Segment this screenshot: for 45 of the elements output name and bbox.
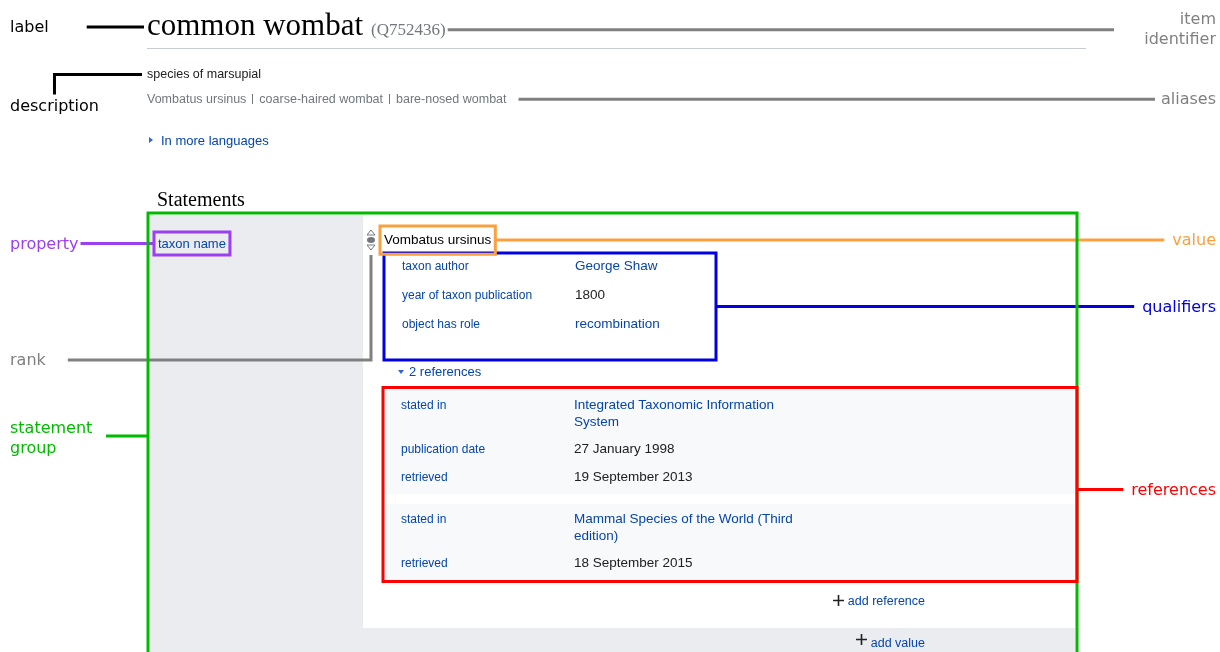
- property-link[interactable]: taxon author: [386, 257, 575, 275]
- property-link[interactable]: year of taxon publication: [386, 286, 575, 304]
- property-link[interactable]: taxon name: [158, 236, 226, 251]
- annotation-label: statement group: [10, 418, 94, 458]
- leader-line: [106, 434, 148, 438]
- leader-line: [86, 25, 144, 29]
- annotation-label: label: [10, 17, 49, 37]
- statements-heading: Statements: [157, 187, 246, 211]
- alias-text: Vombatus ursinus: [147, 90, 247, 108]
- annotation-label: rank: [10, 350, 46, 370]
- rank-selector-icon[interactable]: [366, 229, 376, 251]
- property-link[interactable]: stated in: [385, 395, 574, 414]
- property-link[interactable]: retrieved: [385, 553, 574, 572]
- leader-line: [1077, 488, 1124, 491]
- plus-icon: [832, 595, 844, 607]
- references-toggle[interactable]: 2 references: [397, 362, 482, 382]
- add-reference-button[interactable]: add reference: [832, 591, 925, 611]
- property-link[interactable]: publication date: [385, 439, 574, 458]
- value-link[interactable]: Mammal Species of the World (Third edition): [574, 509, 796, 544]
- more-languages-link[interactable]: In more languages: [147, 130, 269, 150]
- annotation-label: property: [10, 233, 79, 254]
- property-link[interactable]: retrieved: [385, 467, 574, 486]
- value-link[interactable]: recombination: [575, 315, 714, 332]
- alias-text: bare-nosed wombat: [396, 90, 507, 108]
- item-identifier: (Q752436): [371, 19, 446, 41]
- value-text: 1800: [575, 286, 607, 303]
- value-link[interactable]: Integrated Taxonomic Information System: [574, 395, 796, 430]
- value-text: 27 January 1998: [574, 439, 676, 457]
- annotation-label: value: [1172, 230, 1216, 250]
- annotation-label: aliases: [1161, 89, 1216, 110]
- plus-icon: [855, 634, 867, 646]
- annotation-label: qualifiers: [1142, 296, 1216, 317]
- add-value-button[interactable]: add value: [855, 634, 925, 652]
- value-text: 19 September 2013: [574, 467, 694, 485]
- property-link[interactable]: object has role: [386, 315, 575, 333]
- annotation-label: references: [1131, 479, 1216, 500]
- alias-text: coarse-haired wombat: [259, 90, 384, 108]
- value-link[interactable]: George Shaw: [575, 257, 714, 274]
- annotation-label: item identifier: [1143, 9, 1216, 49]
- item-label: common wombat: [147, 6, 364, 44]
- property-link[interactable]: stated in: [385, 509, 574, 528]
- statement-value: Vombatus ursinus: [384, 230, 492, 249]
- item-description: species of marsupial: [147, 66, 261, 83]
- annotation-label: description: [10, 96, 99, 117]
- value-text: 18 September 2015: [574, 553, 694, 571]
